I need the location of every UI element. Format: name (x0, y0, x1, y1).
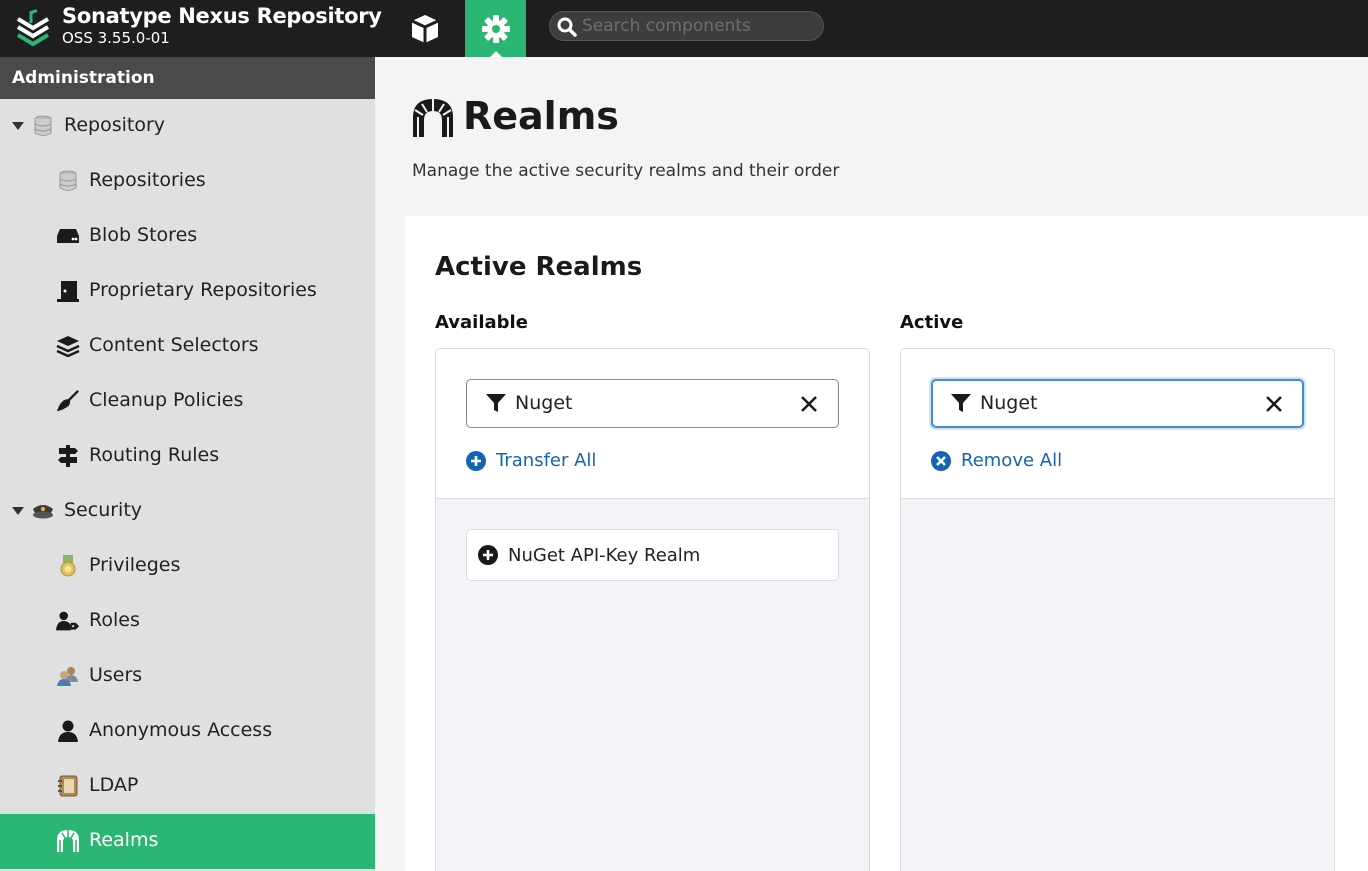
filter-icon (951, 394, 971, 412)
collapse-triangle-icon[interactable] (12, 507, 24, 515)
transfer-all-button[interactable]: Transfer All (466, 450, 596, 471)
medal-icon (56, 554, 80, 578)
sidebar-item-label: LDAP (89, 774, 139, 796)
door-icon (56, 279, 80, 303)
signpost-icon (56, 444, 80, 468)
sidebar-item-privileges[interactable]: Privileges (0, 539, 375, 594)
sidebar-item-proprietary-repositories[interactable]: Proprietary Repositories (0, 264, 375, 319)
available-panel-toolbar: Transfer All (436, 349, 869, 499)
active-filter-box[interactable] (931, 379, 1304, 428)
available-filter-box[interactable] (466, 379, 839, 428)
realms-card: Active Realms Available Active Transfer … (405, 216, 1368, 871)
active-panel: Remove All (900, 348, 1335, 871)
archway-icon (412, 98, 454, 142)
gear-icon (481, 14, 510, 43)
sidebar-item-label: Content Selectors (89, 334, 259, 356)
sidebar-item-cleanup-policies[interactable]: Cleanup Policies (0, 374, 375, 429)
user-icon (56, 719, 80, 743)
page-title: Realms (463, 94, 619, 138)
sidebar-item-label: Blob Stores (89, 224, 198, 246)
close-icon[interactable] (1265, 395, 1283, 413)
sidebar-item-label: Privileges (89, 554, 181, 576)
sidebar-group-repository[interactable]: Repository (0, 99, 375, 154)
search-icon (557, 17, 577, 37)
sidebar-item-realms[interactable]: Realms (0, 814, 375, 869)
available-realm-item[interactable]: NuGet API-Key Realm (466, 529, 839, 581)
sidebar-item-label: Realms (89, 829, 159, 851)
collapse-triangle-icon[interactable] (12, 122, 24, 130)
database-icon (56, 169, 80, 193)
top-header: Sonatype Nexus Repository OSS 3.55.0-01 (0, 0, 1368, 57)
sidebar-heading: Administration (0, 57, 375, 99)
sidebar-item-roles[interactable]: Roles (0, 594, 375, 649)
browse-mode-button[interactable] (395, 0, 455, 57)
filter-icon (486, 394, 506, 412)
search-input[interactable] (582, 15, 817, 37)
sidebar-item-repositories[interactable]: Repositories (0, 154, 375, 209)
available-panel: Transfer All NuGet API-Key Realm (435, 348, 870, 871)
sidebar-item-label: Anonymous Access (89, 719, 273, 741)
admin-sidebar: Administration Repository Repositories B… (0, 57, 375, 871)
sidebar-item-anonymous-access[interactable]: Anonymous Access (0, 704, 375, 759)
users-icon (56, 664, 80, 688)
active-panel-toolbar: Remove All (901, 349, 1334, 499)
nexus-logo-icon[interactable] (14, 7, 52, 47)
sidebar-item-routing-rules[interactable]: Routing Rules (0, 429, 375, 484)
sidebar-item-label: Repositories (89, 169, 206, 191)
archway-icon (56, 829, 80, 853)
active-label: Active (900, 312, 964, 333)
available-filter-input[interactable] (515, 390, 785, 416)
remove-circle-icon (931, 450, 951, 471)
cube-icon (411, 14, 439, 43)
card-title: Active Realms (435, 252, 643, 282)
plus-circle-icon (466, 450, 486, 471)
app-title: Sonatype Nexus Repository (62, 4, 382, 28)
database-icon (31, 114, 55, 138)
page-description: Manage the active security realms and th… (412, 161, 840, 181)
admin-mode-button[interactable] (465, 0, 526, 57)
close-icon[interactable] (800, 395, 818, 413)
app-version: OSS 3.55.0-01 (62, 29, 170, 47)
broom-icon (56, 389, 80, 413)
realm-item-label: NuGet API-Key Realm (508, 544, 701, 566)
layers-icon (56, 334, 80, 358)
sidebar-item-content-selectors[interactable]: Content Selectors (0, 319, 375, 374)
hard-drive-icon (56, 224, 80, 248)
sidebar-item-users[interactable]: Users (0, 649, 375, 704)
sidebar-item-ldap[interactable]: LDAP (0, 759, 375, 814)
sidebar-item-label: Proprietary Repositories (89, 279, 317, 301)
sidebar-item-label: Cleanup Policies (89, 389, 244, 411)
active-caret (489, 51, 502, 57)
transfer-all-label: Transfer All (496, 450, 597, 471)
search-box[interactable] (549, 11, 824, 41)
plus-circle-icon (478, 545, 498, 565)
sidebar-item-label: Users (89, 664, 143, 686)
address-book-icon (56, 774, 80, 798)
police-hat-icon (31, 499, 55, 523)
sidebar-item-label: Routing Rules (89, 444, 220, 466)
remove-all-label: Remove All (961, 450, 1063, 471)
sidebar-item-label: Security (64, 499, 143, 521)
remove-all-button[interactable]: Remove All (931, 450, 1062, 471)
user-tag-icon (56, 609, 80, 633)
active-filter-input[interactable] (980, 390, 1250, 416)
available-label: Available (435, 312, 528, 333)
sidebar-item-label: Repository (64, 114, 166, 136)
sidebar-item-label: Roles (89, 609, 140, 631)
sidebar-item-blob-stores[interactable]: Blob Stores (0, 209, 375, 264)
sidebar-group-security[interactable]: Security (0, 484, 375, 539)
